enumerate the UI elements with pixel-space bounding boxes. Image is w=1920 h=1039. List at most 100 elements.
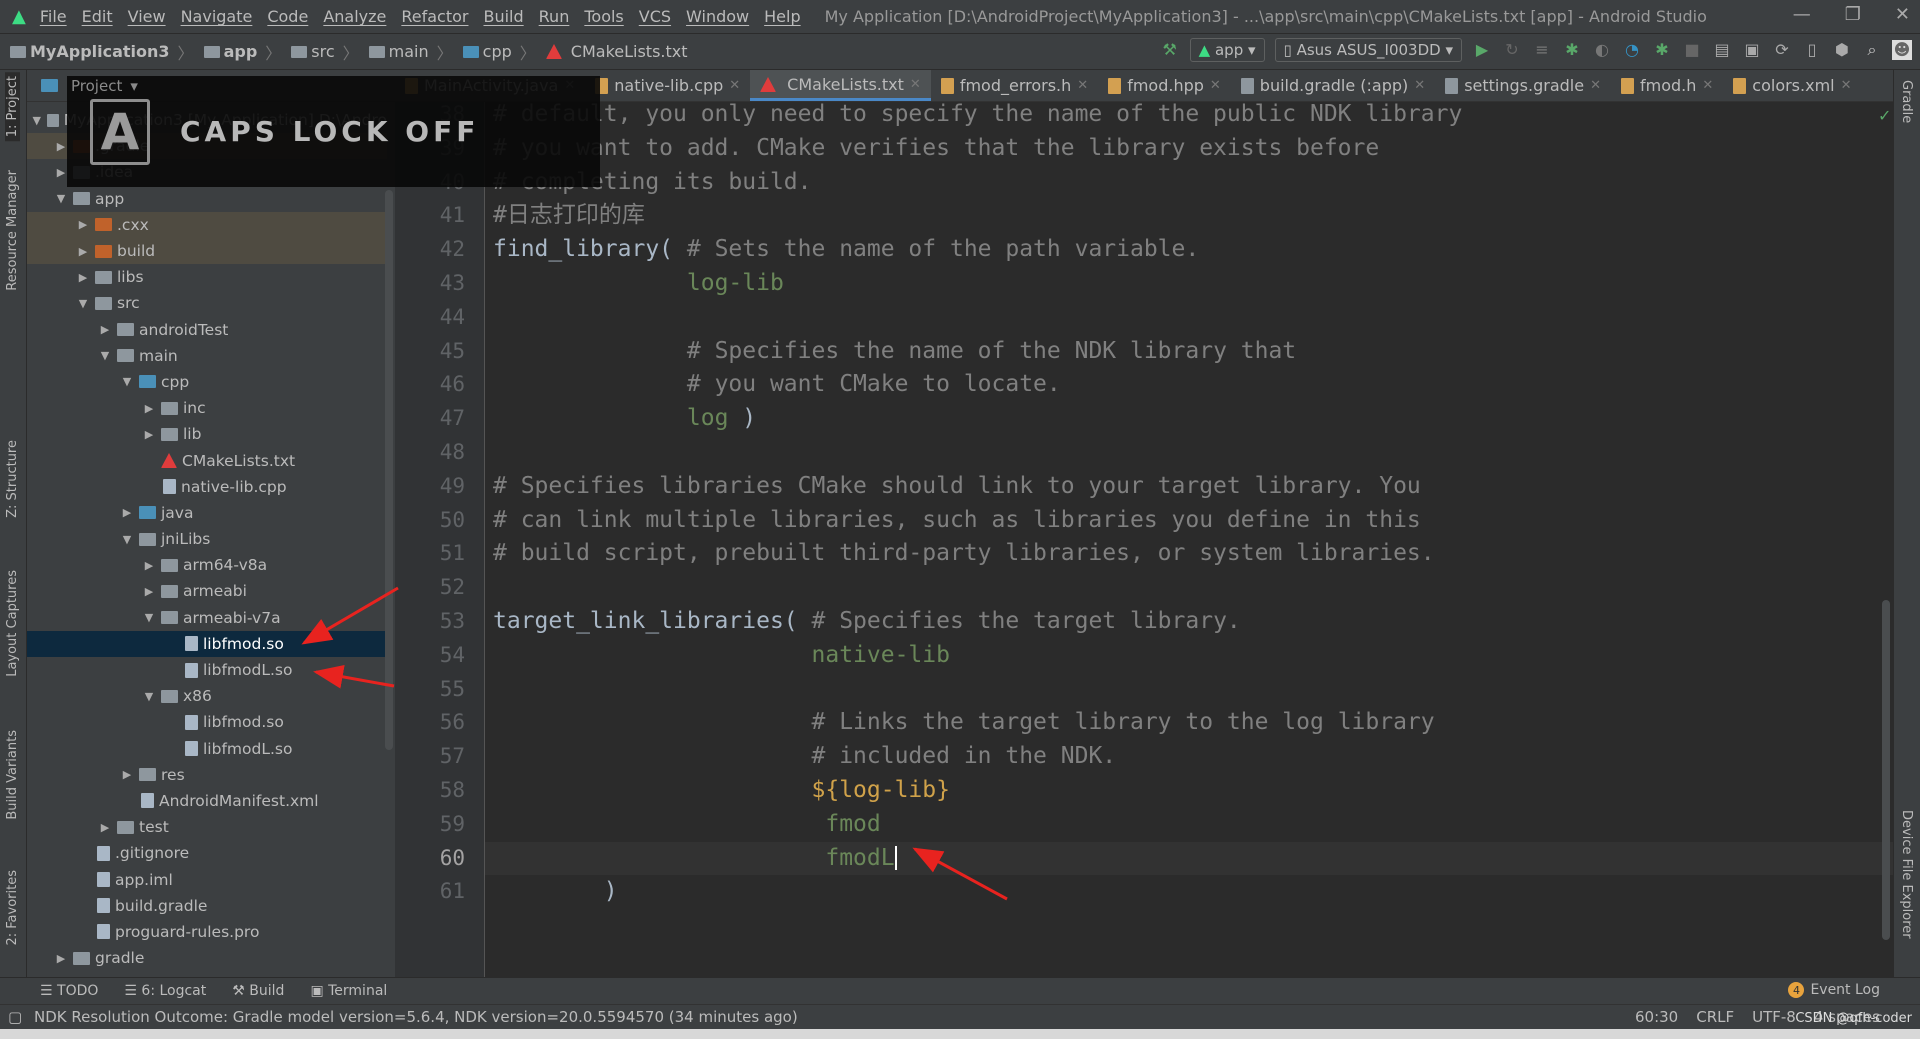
tree-item[interactable]: libfmod.so <box>27 709 387 735</box>
chevron-right-icon[interactable]: ▶ <box>75 218 91 231</box>
tree-item[interactable]: ▶ libs <box>27 264 387 290</box>
code-line[interactable]: # Links the target library to the log li… <box>493 706 1435 740</box>
project-view-select[interactable]: Project <box>71 77 122 95</box>
menu-vcs[interactable]: VCS <box>639 7 671 26</box>
close-tab-icon[interactable]: ✕ <box>1841 78 1852 93</box>
code-line[interactable]: # Specifies the name of the NDK library … <box>493 335 1296 369</box>
tree-item[interactable]: ▶ armeabi <box>27 578 387 604</box>
tree-item[interactable]: ▶ .cxx <box>27 211 387 238</box>
menu-tools[interactable]: Tools <box>584 7 623 26</box>
sync-gradle-icon[interactable]: ⟳ <box>1772 40 1792 60</box>
chevron-down-icon[interactable]: ▾ <box>130 77 138 95</box>
tree-item[interactable]: ▶ java <box>27 500 387 526</box>
chevron-right-icon[interactable]: ▶ <box>119 506 135 519</box>
apply-code-changes-icon[interactable]: ≡ <box>1532 40 1552 60</box>
code-line[interactable]: target_link_libraries( # Specifies the t… <box>493 605 1241 639</box>
chevron-right-icon[interactable]: ▶ <box>53 952 69 965</box>
breadcrumb-cmakelists[interactable]: CMakeLists.txt <box>545 42 688 61</box>
breadcrumb-cpp[interactable]: cpp 〉 <box>462 40 536 64</box>
minimize-button[interactable]: — <box>1793 4 1811 25</box>
tree-item[interactable]: proguard-rules.pro <box>27 919 387 945</box>
tree-item[interactable]: native-lib.cpp <box>27 474 387 500</box>
tree-item[interactable]: ▶ androidTest <box>27 317 387 343</box>
avd-manager-icon[interactable]: ▣ <box>1742 40 1762 60</box>
tree-item[interactable]: libfmodL.so <box>27 736 387 762</box>
tree-item[interactable]: app.iml <box>27 866 387 892</box>
chevron-down-icon[interactable]: ▼ <box>141 690 157 703</box>
chevron-right-icon[interactable]: ▶ <box>119 768 135 781</box>
tree-item[interactable]: AndroidManifest.xml <box>27 788 387 814</box>
close-tab-icon[interactable]: ✕ <box>729 78 740 93</box>
tree-item[interactable]: ▼ jniLibs <box>27 526 387 552</box>
tool-window-structure[interactable]: Z: Structure <box>5 440 20 518</box>
tool-event-log[interactable]: 4 Event Log <box>1788 982 1880 998</box>
breadcrumb-project[interactable]: MyApplication3 〉 <box>10 40 194 64</box>
chevron-down-icon[interactable]: ▼ <box>119 533 135 546</box>
code-line[interactable]: # you want CMake to locate. <box>493 368 1061 402</box>
menu-edit[interactable]: Edit <box>82 7 113 26</box>
tree-item[interactable]: libfmodL.so <box>27 657 387 683</box>
chevron-down-icon[interactable]: ▼ <box>31 114 43 127</box>
make-hammer-icon[interactable]: ⚒ <box>1160 40 1180 60</box>
debug-icon[interactable]: ✱ <box>1562 40 1582 60</box>
tree-item[interactable]: build.gradle <box>27 893 387 919</box>
code-line[interactable]: # included in the NDK. <box>493 740 1117 774</box>
attach-debugger-icon[interactable]: ✱ <box>1652 40 1672 60</box>
code-line[interactable]: # build script, prebuilt third-party lib… <box>493 537 1435 571</box>
tool-window-build-variants[interactable]: Build Variants <box>5 730 20 820</box>
layout-inspector-icon[interactable]: ⬢ <box>1832 40 1852 60</box>
tree-item[interactable]: ▼ armeabi-v7a <box>27 605 387 631</box>
breadcrumb-main[interactable]: main 〉 <box>368 40 453 64</box>
profile-icon[interactable]: ◐ <box>1592 40 1612 60</box>
project-scrollbar[interactable] <box>385 190 393 750</box>
tab-build-gradle-app-[interactable]: build.gradle (:app) ✕ <box>1231 70 1435 101</box>
code-line[interactable]: # you want to add. CMake verifies that t… <box>493 132 1379 166</box>
chevron-right-icon[interactable]: ▶ <box>75 271 91 284</box>
tool-window-layout-captures[interactable]: Layout Captures <box>5 570 20 677</box>
close-button[interactable]: ✕ <box>1895 4 1910 25</box>
tool-window-device-file-explorer[interactable]: Device File Explorer <box>1899 810 1914 939</box>
menu-view[interactable]: View <box>128 7 166 26</box>
close-tab-icon[interactable]: ✕ <box>1414 78 1425 93</box>
menu-refactor[interactable]: Refactor <box>401 7 468 26</box>
tab-fmod-h[interactable]: fmod.h ✕ <box>1611 70 1723 101</box>
tab-native-lib-cpp[interactable]: native-lib.cpp ✕ <box>585 70 750 101</box>
code-line[interactable]: find_library( # Sets the name of the pat… <box>493 233 1199 267</box>
stop-icon[interactable]: ■ <box>1682 40 1702 60</box>
close-tab-icon[interactable]: ✕ <box>1210 78 1221 93</box>
tab-fmod-errors-h[interactable]: fmod_errors.h ✕ <box>931 70 1098 101</box>
tool-window-favorites[interactable]: 2: Favorites <box>5 870 20 946</box>
tree-item[interactable]: ▶ build <box>27 237 387 265</box>
tree-item[interactable]: ▼ x86 <box>27 683 387 709</box>
tab-fmod-hpp[interactable]: fmod.hpp ✕ <box>1098 70 1231 101</box>
file-encoding[interactable]: UTF-8 <box>1752 1008 1796 1026</box>
menu-help[interactable]: Help <box>764 7 800 26</box>
menu-analyze[interactable]: Analyze <box>323 7 386 26</box>
status-message[interactable]: NDK Resolution Outcome: Gradle model ver… <box>34 1008 798 1026</box>
search-icon[interactable]: ⌕ <box>1862 40 1882 60</box>
code-line[interactable]: log-lib <box>493 267 784 301</box>
code-line[interactable]: fmodL <box>493 842 897 876</box>
close-tab-icon[interactable]: ✕ <box>1077 78 1088 93</box>
line-separator[interactable]: CRLF <box>1696 1008 1734 1026</box>
tool-logcat[interactable]: ☰ 6: Logcat <box>124 983 206 999</box>
tool-window-project[interactable]: 1: Project <box>5 72 20 142</box>
breadcrumb-app[interactable]: app 〉 <box>203 40 281 64</box>
tool-terminal[interactable]: ▣ Terminal <box>310 983 387 999</box>
tree-item[interactable]: ▶ inc <box>27 395 387 421</box>
chevron-right-icon[interactable]: ▶ <box>141 402 157 415</box>
tree-item[interactable]: ▶ lib <box>27 421 387 447</box>
code-line[interactable]: # can link multiple libraries, such as l… <box>493 504 1421 538</box>
tree-item[interactable]: CMakeLists.txt <box>27 447 387 473</box>
restore-button[interactable]: ❐ <box>1845 4 1861 25</box>
chevron-down-icon[interactable]: ▼ <box>53 192 69 205</box>
run-icon[interactable]: ▶ <box>1472 40 1492 60</box>
tree-item[interactable]: ▶ res <box>27 762 387 788</box>
editor-scrollbar[interactable] <box>1882 600 1890 940</box>
sdk-manager-icon[interactable]: ▯ <box>1802 40 1822 60</box>
close-tab-icon[interactable]: ✕ <box>1590 78 1601 93</box>
menu-run[interactable]: Run <box>539 7 570 26</box>
tool-window-resource-manager[interactable]: Resource Manager <box>5 170 20 291</box>
run-config-select[interactable]: ▲ app ▾ <box>1189 38 1265 62</box>
tree-item[interactable]: ▼ src <box>27 290 387 316</box>
